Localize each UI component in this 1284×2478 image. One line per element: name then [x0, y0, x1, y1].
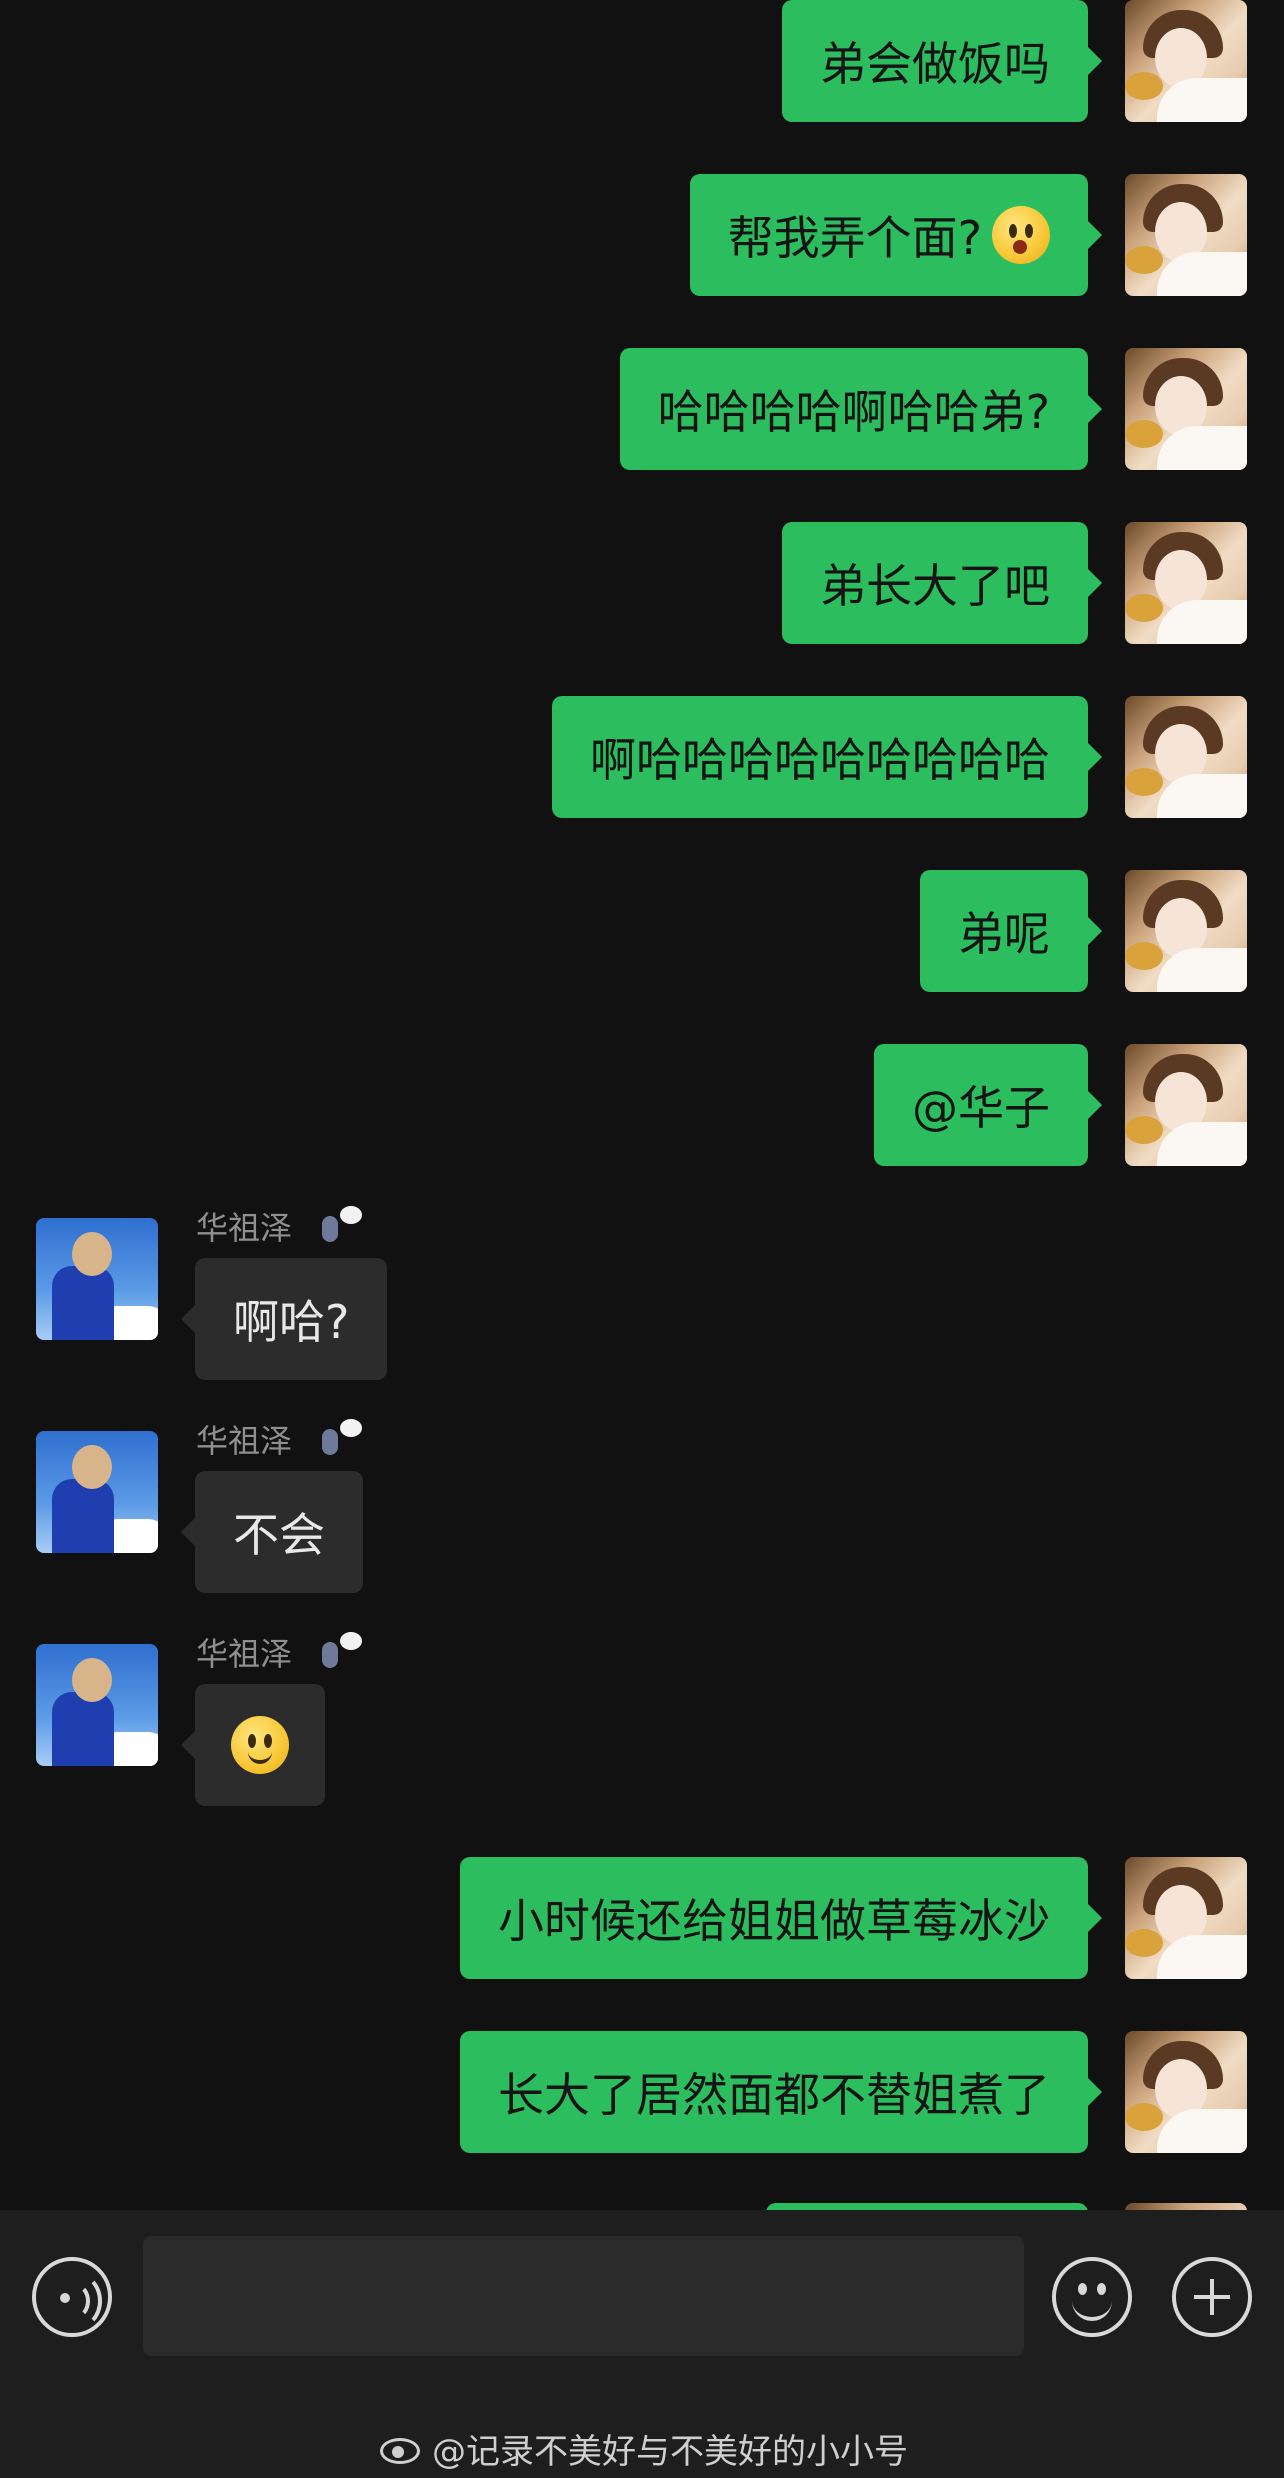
sender-name: 华祖泽 — [196, 1635, 293, 1673]
outgoing-bubble[interactable]: 小时候还给姐姐做草莓冰沙 — [460, 1857, 1102, 1979]
message-text: 啊哈哈哈哈哈哈哈哈哈 — [590, 733, 1050, 787]
message-text: 弟呢 — [958, 907, 1050, 961]
message-text: 帮我弄个面? — [727, 211, 982, 265]
message-text: 长大了居然面都不替姐煮了 — [498, 2068, 1050, 2122]
weibo-icon — [380, 2432, 426, 2464]
voice-icon[interactable] — [32, 2257, 112, 2337]
input-toolbar: @记录不美好与不美好的小小号 — [0, 2210, 1284, 2478]
self-avatar[interactable] — [1125, 870, 1247, 992]
sender-name: 华祖泽 — [196, 1422, 293, 1460]
outgoing-bubble[interactable]: 哈哈哈哈啊哈哈弟? — [619, 348, 1103, 470]
sender-name: 华祖泽 — [196, 1209, 293, 1247]
outgoing-bubble[interactable]: @华子 — [874, 1044, 1102, 1166]
message-text: 啊哈? — [233, 1295, 350, 1349]
plus-icon[interactable] — [1172, 2257, 1252, 2337]
self-avatar[interactable] — [1125, 522, 1247, 644]
outgoing-bubble[interactable]: 帮我弄个面? — [689, 174, 1103, 296]
outgoing-bubble[interactable]: 弟长大了吧 — [782, 522, 1102, 644]
outgoing-bubble[interactable]: 啊哈哈哈哈哈哈哈哈哈 — [552, 696, 1102, 818]
self-avatar[interactable] — [1125, 348, 1247, 470]
incoming-bubble[interactable]: 不会 — [181, 1471, 363, 1593]
message-text: 不会 — [233, 1508, 325, 1562]
message-text: 弟长大了吧 — [820, 559, 1050, 613]
message-input[interactable] — [143, 2236, 1024, 2356]
outgoing-bubble[interactable]: 弟呢 — [920, 870, 1102, 992]
self-avatar[interactable] — [1125, 1857, 1247, 1979]
sender-name-row: 华祖泽 — [196, 1632, 363, 1673]
partial-outgoing-bubble[interactable] — [766, 2203, 1088, 2210]
watermark-text: @记录不美好与不美好的小小号 — [432, 2431, 908, 2472]
chat-area[interactable]: 弟会做饭吗 帮我弄个面? 哈哈哈哈啊哈哈弟? 弟长大了吧 啊哈哈哈哈哈哈哈哈哈 … — [0, 0, 1284, 2210]
message-text: @华子 — [912, 1081, 1050, 1135]
self-avatar[interactable] — [1125, 0, 1247, 122]
watermark: @记录不美好与不美好的小小号 — [380, 2428, 908, 2472]
incoming-bubble[interactable] — [181, 1684, 325, 1806]
contact-avatar[interactable] — [36, 1218, 158, 1340]
incoming-bubble[interactable]: 啊哈? — [180, 1258, 388, 1380]
contact-avatar[interactable] — [36, 1431, 158, 1553]
sender-name-row: 华祖泽 — [196, 1419, 363, 1460]
voice-to-text-icon — [314, 1632, 363, 1672]
outgoing-bubble[interactable]: 长大了居然面都不替姐煮了 — [460, 2031, 1102, 2153]
self-avatar[interactable] — [1125, 2031, 1247, 2153]
message-text: 小时候还给姐姐做草莓冰沙 — [498, 1894, 1050, 1948]
sender-name-row: 华祖泽 — [196, 1206, 363, 1247]
contact-avatar[interactable] — [36, 1644, 158, 1766]
self-avatar[interactable] — [1125, 696, 1247, 818]
self-avatar[interactable] — [1125, 2203, 1247, 2210]
self-avatar[interactable] — [1125, 174, 1247, 296]
emoji-icon[interactable] — [1052, 2257, 1132, 2337]
shocked-face-icon — [992, 206, 1050, 264]
smile-face-icon — [231, 1716, 289, 1774]
message-text: 弟会做饭吗 — [820, 37, 1050, 91]
voice-to-text-icon — [314, 1419, 363, 1459]
voice-to-text-icon — [314, 1206, 363, 1246]
message-text: 哈哈哈哈啊哈哈弟? — [657, 385, 1050, 439]
self-avatar[interactable] — [1125, 1044, 1247, 1166]
outgoing-bubble[interactable]: 弟会做饭吗 — [782, 0, 1102, 122]
